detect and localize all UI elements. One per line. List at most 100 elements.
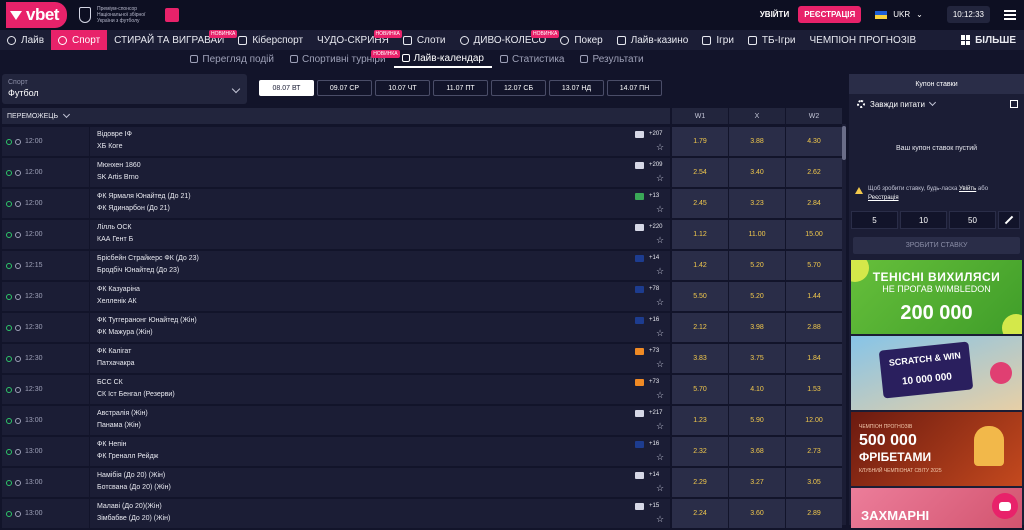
markets-count[interactable]: +217: [649, 410, 663, 416]
odds-x-button[interactable]: 5.90: [729, 406, 785, 435]
nav-predictions-champion[interactable]: ЧЕМПІОН ПРОГНОЗІВ: [803, 30, 924, 50]
match-teams-cell[interactable]: ФК Ярмаля Юнайтед (До 21) ФК Ядинарбон (Д…: [90, 189, 670, 218]
nav-miracle-chest[interactable]: ЧУДО-СКРИНЯ НОВИНКА: [310, 30, 402, 50]
calculator-icon[interactable]: [1010, 100, 1018, 108]
odds-w2-button[interactable]: 1.53: [786, 375, 842, 404]
markets-count[interactable]: +73: [649, 348, 659, 354]
odds-w1-button[interactable]: 2.12: [672, 313, 728, 342]
favorite-star-icon[interactable]: ☆: [656, 204, 664, 214]
odds-change-option[interactable]: Завжди питати: [849, 96, 1024, 112]
table-row[interactable]: 12:30 ФК Казуаріна Хелленік АК +78 ☆ 5.50 5.20…: [0, 282, 846, 311]
odds-w2-button[interactable]: 2.62: [786, 158, 842, 187]
favorite-star-icon[interactable]: ☆: [656, 483, 664, 493]
odds-w1-button[interactable]: 1.12: [672, 220, 728, 249]
match-teams-cell[interactable]: БСС СК СК Іст Бенгал (Резерви) +73 ☆: [90, 375, 670, 404]
date-button[interactable]: 08.07 ВТ: [259, 80, 314, 96]
nav-live[interactable]: Лайв: [0, 30, 51, 50]
language-selector[interactable]: UKR: [893, 10, 910, 19]
favorite-star-icon[interactable]: ☆: [656, 173, 664, 183]
place-bet-button[interactable]: ЗРОБИТИ СТАВКУ: [853, 237, 1020, 254]
menu-icon[interactable]: [1004, 9, 1016, 20]
match-teams-cell[interactable]: ФК Непін ФК Греналл Рейдж +16 ☆: [90, 437, 670, 466]
table-row[interactable]: 12:15 Брісбейн Страйкерс ФК (До 23) Бродбі…: [0, 251, 846, 280]
date-button[interactable]: 14.07 ПН: [607, 80, 662, 96]
odds-x-button[interactable]: 3.40: [729, 158, 785, 187]
odds-x-button[interactable]: 3.75: [729, 344, 785, 373]
table-row[interactable]: 12:00 Лілль ОСК КАА Гент Б +220 ☆ 1.12 11.00 15…: [0, 220, 846, 249]
odds-x-button[interactable]: 3.60: [729, 499, 785, 528]
favorite-star-icon[interactable]: ☆: [656, 266, 664, 276]
odds-w1-button[interactable]: 5.70: [672, 375, 728, 404]
odds-w1-button[interactable]: 3.83: [672, 344, 728, 373]
favorite-star-icon[interactable]: ☆: [656, 514, 664, 524]
table-row[interactable]: 12:00 Відовре ІФ ХБ Коге +207 ☆ 1.79 3.88 4.30: [0, 127, 846, 156]
odds-w2-button[interactable]: 2.89: [786, 499, 842, 528]
match-teams-cell[interactable]: ФК Калігат Патхачакра +73 ☆: [90, 344, 670, 373]
markets-count[interactable]: +78: [649, 286, 659, 292]
table-row[interactable]: 12:30 ФК Калігат Патхачакра +73 ☆ 3.83 3.75 1.8…: [0, 344, 846, 373]
nav-live-casino[interactable]: Лайв-казино: [610, 30, 696, 50]
match-teams-cell[interactable]: ФК Казуаріна Хелленік АК +78 ☆: [90, 282, 670, 311]
table-row[interactable]: 12:00 Мюнхен 1860 SK Artis Brno +209 ☆ 2.54 3.…: [0, 158, 846, 187]
markets-count[interactable]: +220: [649, 224, 663, 230]
match-teams-cell[interactable]: Австралія (Жін) Панама (Жін) +217 ☆: [90, 406, 670, 435]
odds-w1-button[interactable]: 2.32: [672, 437, 728, 466]
table-row[interactable]: 12:30 БСС СК СК Іст Бенгал (Резерви) +73 ☆ 5.…: [0, 375, 846, 404]
markets-count[interactable]: +14: [649, 255, 659, 261]
odds-x-button[interactable]: 3.23: [729, 189, 785, 218]
odds-w2-button[interactable]: 15.00: [786, 220, 842, 249]
markets-count[interactable]: +13: [649, 193, 659, 199]
odds-w2-button[interactable]: 2.88: [786, 313, 842, 342]
odds-x-button[interactable]: 5.20: [729, 282, 785, 311]
odds-w2-button[interactable]: 4.30: [786, 127, 842, 156]
table-row[interactable]: 13:00 ФК Непін ФК Греналл Рейдж +16 ☆ 2.32 3.6…: [0, 437, 846, 466]
favorite-star-icon[interactable]: ☆: [656, 328, 664, 338]
markets-count[interactable]: +16: [649, 441, 659, 447]
odds-w2-button[interactable]: 5.70: [786, 251, 842, 280]
odds-w1-button[interactable]: 1.79: [672, 127, 728, 156]
date-button[interactable]: 11.07 ПТ: [433, 80, 488, 96]
login-link[interactable]: Увійть: [959, 186, 976, 192]
odds-x-button[interactable]: 3.27: [729, 468, 785, 497]
table-row[interactable]: 13:00 Малаві (До 20)(Жін) Зімбабве (До 20)…: [0, 499, 846, 528]
odds-w2-button[interactable]: 1.44: [786, 282, 842, 311]
table-row[interactable]: 13:00 Австралія (Жін) Панама (Жін) +217 ☆ 1.2…: [0, 406, 846, 435]
stake-button[interactable]: 5: [851, 211, 898, 229]
date-button[interactable]: 13.07 НД: [549, 80, 604, 96]
tab-sport-tournaments[interactable]: Спортивні турніри НОВИНКА: [282, 50, 400, 68]
ukraine-flag-icon[interactable]: [875, 10, 888, 19]
match-teams-cell[interactable]: Мюнхен 1860 SK Artis Brno +209 ☆: [90, 158, 670, 187]
nav-games[interactable]: Ігри: [695, 30, 741, 50]
favorite-star-icon[interactable]: ☆: [656, 235, 664, 245]
register-link[interactable]: Реєстрація: [868, 195, 899, 201]
markets-count[interactable]: +209: [649, 162, 663, 168]
odds-x-button[interactable]: 11.00: [729, 220, 785, 249]
nav-wonder-wheel[interactable]: ДИВО-КОЛЕСО НОВИНКА: [453, 30, 560, 50]
odds-x-button[interactable]: 3.98: [729, 313, 785, 342]
match-teams-cell[interactable]: Малаві (До 20)(Жін) Зімбабве (До 20) (Жін…: [90, 499, 670, 528]
nav-poker[interactable]: Покер: [553, 30, 609, 50]
nav-sport[interactable]: Спорт: [51, 30, 108, 50]
odds-w2-button[interactable]: 3.05: [786, 468, 842, 497]
table-row[interactable]: 13:00 Намібія (До 20) (Жін) Ботсвана (До 2…: [0, 468, 846, 497]
odds-w1-button[interactable]: 1.23: [672, 406, 728, 435]
promo-banner-wimbledon[interactable]: ТЕНІСНІ ВИХИЛЯСИ НЕ ПРОГАВ WIMBLEDON 200…: [851, 260, 1022, 334]
markets-count[interactable]: +73: [649, 379, 659, 385]
favorite-star-icon[interactable]: ☆: [656, 142, 664, 152]
edit-stakes-button[interactable]: [998, 211, 1020, 229]
favorite-star-icon[interactable]: ☆: [656, 421, 664, 431]
odds-w1-button[interactable]: 2.29: [672, 468, 728, 497]
favorite-star-icon[interactable]: ☆: [656, 390, 664, 400]
chat-support-button[interactable]: [992, 493, 1018, 519]
nav-slots[interactable]: Слоти: [396, 30, 453, 50]
match-teams-cell[interactable]: ФК Туггеранонг Юнайтед (Жін) ФК Мажура (Ж…: [90, 313, 670, 342]
promo-banner-predictions[interactable]: ЧЕМПІОН ПРОГНОЗІВ 500 000 ФРІБЕТАМИ КЛУБ…: [851, 412, 1022, 486]
match-teams-cell[interactable]: Лілль ОСК КАА Гент Б +220 ☆: [90, 220, 670, 249]
markets-count[interactable]: +15: [649, 503, 659, 509]
scrollbar-track[interactable]: [842, 124, 846, 525]
odds-w1-button[interactable]: 2.54: [672, 158, 728, 187]
chevron-down-icon[interactable]: ⌄: [916, 10, 923, 19]
tab-statistics[interactable]: Статистика: [492, 50, 573, 68]
scrollbar-thumb[interactable]: [842, 126, 846, 160]
table-row[interactable]: 12:30 ФК Туггеранонг Юнайтед (Жін) ФК Мажу…: [0, 313, 846, 342]
